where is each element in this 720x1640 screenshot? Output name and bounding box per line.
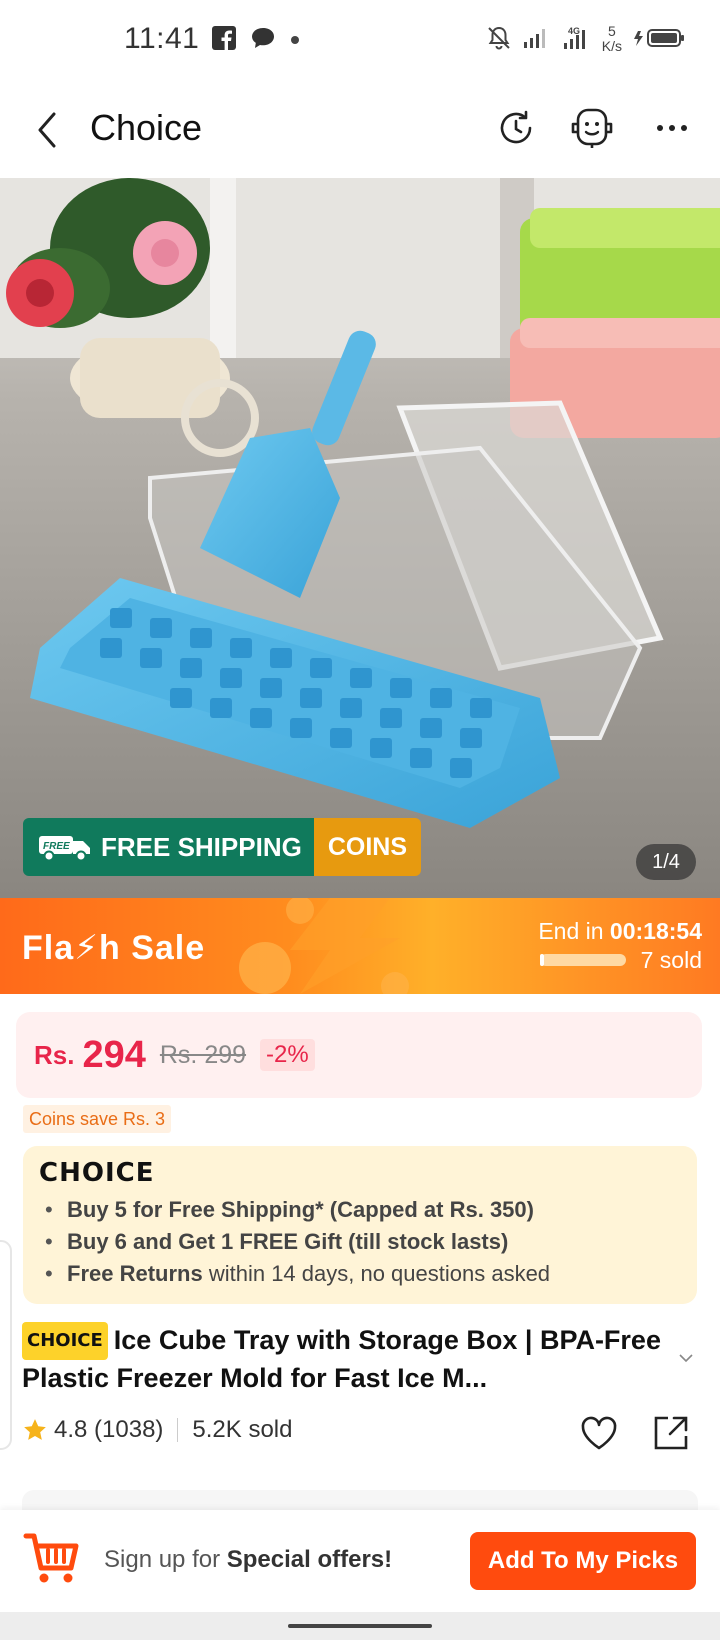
product-title[interactable]: CHOICE Ice Cube Tray with Storage Box | B… <box>22 1322 662 1396</box>
facebook-icon <box>212 26 236 55</box>
image-page-indicator: 1/4 <box>636 844 696 880</box>
price-current: 294 <box>82 1033 146 1076</box>
customer-service-button[interactable] <box>566 104 614 152</box>
star-icon <box>24 1419 46 1440</box>
rating-row: 4.8 (1038) 5.2K sold <box>22 1416 292 1444</box>
flash-sale-sold: 7 sold <box>640 947 702 973</box>
benefit-item: Buy 6 and Get 1 FREE Gift (till stock la… <box>45 1226 550 1258</box>
flash-sale-progress <box>540 954 626 966</box>
more-icon <box>657 125 687 131</box>
rating-value[interactable]: 4.8 (1038) <box>54 1416 163 1444</box>
add-to-picks-button[interactable]: Add To My Picks <box>470 1532 696 1590</box>
coins-save-badge: Coins save Rs. 3 <box>23 1105 172 1133</box>
status-right: 4G 5 K/s <box>486 24 686 54</box>
choice-benefits[interactable]: CHOICE Buy 5 for Free Shipping* (Capped … <box>23 1146 697 1304</box>
flash-sale-progress-fill <box>540 954 545 966</box>
more-button[interactable] <box>648 104 696 152</box>
battery-charging-icon <box>632 27 686 52</box>
choice-benefit-list: Buy 5 for Free Shipping* (Capped at Rs. … <box>45 1194 550 1290</box>
product-photo-illustration <box>0 178 720 898</box>
heart-icon <box>581 1416 617 1450</box>
mute-bell-icon <box>486 25 512 54</box>
signup-offer-text[interactable]: Sign up for Special offers! <box>104 1546 392 1574</box>
delivery-truck-icon: FREE <box>39 836 90 862</box>
flash-sale-title: Fla⚡h Sale <box>22 929 206 967</box>
svg-text:FREE: FREE <box>43 841 70 852</box>
app-header: Choice <box>0 90 720 170</box>
price-currency: Rs. <box>34 1039 75 1070</box>
benefit-item: Free Returns within 14 days, no question… <box>45 1258 550 1290</box>
customer-service-icon <box>571 108 613 148</box>
coins-label: COINS <box>313 818 422 876</box>
side-drawer-handle[interactable] <box>0 1240 12 1450</box>
status-notifications <box>212 26 300 55</box>
home-gesture-handle[interactable] <box>288 1624 432 1628</box>
cart-button[interactable] <box>22 1530 82 1588</box>
chat-bubble-icon <box>250 26 276 55</box>
choice-logo: CHOICE <box>39 1158 155 1188</box>
price-discount: -2% <box>260 1039 315 1071</box>
share-icon <box>654 1416 688 1450</box>
status-time: 11:41 <box>124 22 200 55</box>
system-nav-bar <box>0 1612 720 1640</box>
history-refresh-icon <box>500 110 532 144</box>
choice-tag: CHOICE <box>22 1322 108 1360</box>
wishlist-button[interactable] <box>578 1412 620 1454</box>
free-shipping-label: FREE SHIPPING <box>101 831 302 862</box>
cart-icon <box>23 1533 79 1583</box>
bottom-action-bar: Sign up for Special offers! Add To My Pi… <box>0 1510 720 1612</box>
divider <box>177 1418 179 1442</box>
product-image[interactable] <box>0 178 720 898</box>
back-arrow-icon <box>38 112 56 148</box>
history-button[interactable] <box>492 104 540 152</box>
benefit-item: Buy 5 for Free Shipping* (Capped at Rs. … <box>45 1194 550 1226</box>
status-bar: 11:41 4G 5 K/s <box>0 0 720 80</box>
flash-sale-banner: Fla⚡h Sale End in 00:18:54 <box>0 898 720 994</box>
price-card: Rs. 294 Rs. 299 -2% <box>16 1012 702 1098</box>
signal-4g-icon: 4G <box>560 26 592 53</box>
dot-icon <box>290 32 300 50</box>
share-button[interactable] <box>650 1412 692 1454</box>
svg-text:4G: 4G <box>568 26 580 36</box>
page-title: Choice <box>90 107 203 148</box>
price-original: Rs. 299 <box>159 1040 247 1069</box>
chevron-down-icon <box>679 1354 693 1363</box>
free-shipping-badge: FREE FREE SHIPPING COINS <box>23 818 422 876</box>
signal-icon <box>522 27 550 52</box>
back-button[interactable] <box>30 110 70 150</box>
sold-count: 5.2K sold <box>192 1416 293 1443</box>
flash-sale-countdown: End in 00:18:54 <box>538 918 702 944</box>
network-speed: 5 K/s <box>601 23 622 54</box>
expand-title-button[interactable] <box>678 1350 694 1366</box>
